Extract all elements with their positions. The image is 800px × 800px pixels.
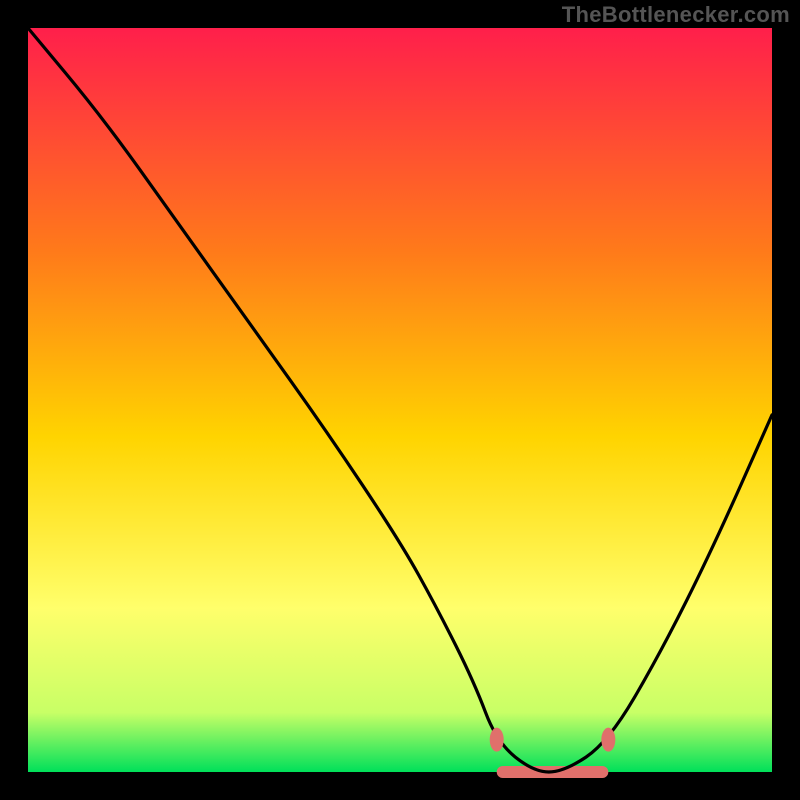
plot-background: [28, 28, 772, 772]
optimal-marker: [490, 728, 504, 752]
bottleneck-chart: [0, 0, 800, 800]
chart-container: TheBottlenecker.com: [0, 0, 800, 800]
optimal-marker: [601, 728, 615, 752]
attribution-label: TheBottlenecker.com: [562, 2, 790, 28]
